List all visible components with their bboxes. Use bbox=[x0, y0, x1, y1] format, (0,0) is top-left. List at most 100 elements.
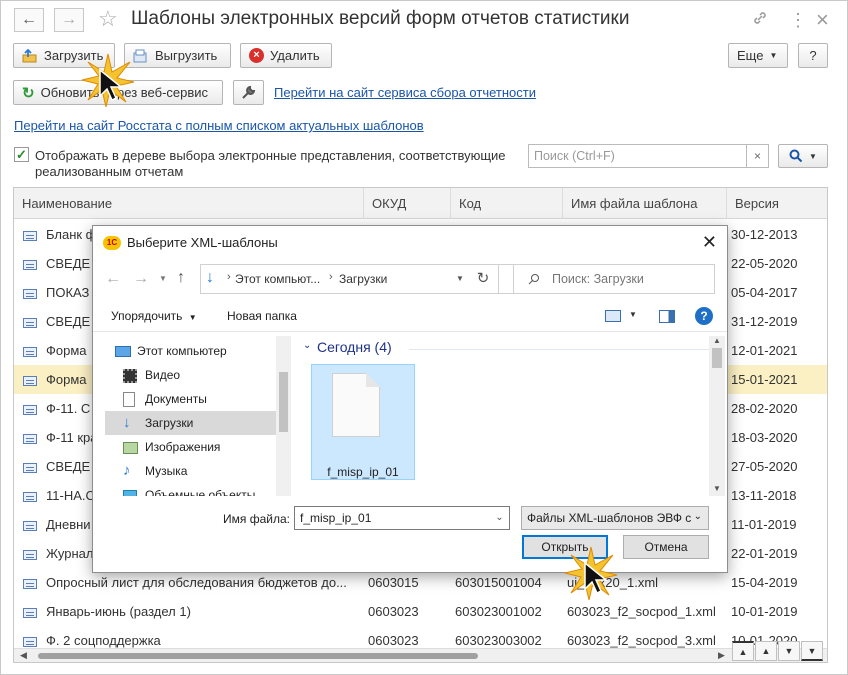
help-button[interactable]: ? bbox=[798, 43, 828, 68]
preview-pane-icon[interactable] bbox=[659, 310, 675, 323]
scroll-up-icon[interactable]: ▲ bbox=[713, 336, 721, 345]
close-icon[interactable]: × bbox=[816, 7, 829, 33]
show-templates-checkbox[interactable]: ✓ bbox=[14, 147, 29, 162]
scroll-up-button[interactable]: ▲ bbox=[755, 641, 777, 661]
delete-button[interactable]: × Удалить bbox=[240, 43, 332, 68]
tree-item-label: Документы bbox=[145, 392, 207, 406]
cell-version: 22-01-2019 bbox=[731, 546, 798, 561]
view-chevron-icon[interactable]: ▼ bbox=[629, 310, 637, 319]
tree-item[interactable]: Видео bbox=[105, 363, 276, 387]
filename-dropdown-icon[interactable]: ⌄ bbox=[490, 507, 509, 529]
tree-item[interactable]: Объемные объекты bbox=[105, 483, 276, 496]
cell-version: 11-01-2019 bbox=[731, 517, 797, 532]
scroll-last-button[interactable]: ▼ bbox=[801, 641, 823, 661]
form-icon bbox=[23, 492, 37, 502]
form-icon bbox=[23, 289, 37, 299]
search-input[interactable]: Поиск (Ctrl+F) bbox=[528, 144, 747, 168]
scroll-thumb[interactable] bbox=[38, 653, 478, 659]
rosstat-link[interactable]: Перейти на сайт Росстата с полным списко… bbox=[14, 118, 424, 133]
tree-item[interactable]: ↓ Загрузки bbox=[105, 411, 276, 435]
more-button[interactable]: Еще ▼ bbox=[728, 43, 788, 68]
horizontal-scrollbar[interactable]: ◀ ▶ bbox=[14, 648, 827, 662]
cancel-button[interactable]: Отмена bbox=[623, 535, 709, 559]
scroll-down-button[interactable]: ▼ bbox=[778, 641, 800, 661]
documents-icon bbox=[123, 387, 143, 411]
scroll-down-icon[interactable]: ▼ bbox=[713, 484, 721, 493]
form-icon bbox=[23, 231, 37, 241]
tree-scroll-thumb[interactable] bbox=[279, 372, 288, 432]
refresh-folder-icon[interactable]: ↻ bbox=[468, 264, 499, 294]
col-okud[interactable]: ОКУД bbox=[364, 188, 451, 219]
breadcrumb-computer[interactable]: Этот компьют... bbox=[235, 272, 320, 286]
folder-search-input[interactable]: Поиск: Загрузки bbox=[513, 264, 715, 294]
unload-label: Выгрузить bbox=[155, 48, 218, 63]
tree-item[interactable]: Изображения bbox=[105, 435, 276, 459]
col-name[interactable]: Наименование bbox=[14, 188, 364, 219]
tree-item-label: Объемные объекты bbox=[145, 488, 256, 496]
dialog-titlebar: 1С Выберите XML-шаблоны ✕ bbox=[93, 226, 727, 260]
col-filename[interactable]: Имя файла шаблона bbox=[563, 188, 727, 219]
click-highlight-icon bbox=[81, 53, 135, 108]
group-collapse-icon[interactable]: ⌄ bbox=[303, 340, 311, 351]
cell-version: 12-01-2021 bbox=[731, 343, 798, 358]
scroll-left-icon[interactable]: ◀ bbox=[20, 650, 27, 661]
filetype-select[interactable]: Файлы XML-шаблонов ЭВФ с ⌄ bbox=[521, 506, 709, 530]
file-name: f_misp_ip_01 bbox=[327, 465, 399, 479]
chevron-down-icon: ▼ bbox=[809, 151, 817, 161]
arrow-left-icon: ← bbox=[21, 11, 37, 28]
new-folder-button[interactable]: Новая папка bbox=[227, 309, 297, 323]
unload-button[interactable]: Выгрузить bbox=[124, 43, 231, 68]
filename-input[interactable]: f_misp_ip_01 bbox=[294, 506, 510, 530]
dialog-help-icon[interactable]: ? bbox=[695, 307, 713, 325]
col-code[interactable]: Код bbox=[451, 188, 563, 219]
tree-item[interactable]: Документы bbox=[105, 387, 276, 411]
files-scrollbar[interactable]: ▲ ▼ bbox=[709, 336, 725, 496]
tree-item-label: Загрузки bbox=[145, 416, 194, 430]
help-label: ? bbox=[809, 48, 817, 63]
group-header-today[interactable]: Сегодня (4) bbox=[317, 339, 392, 355]
back-icon[interactable]: ← bbox=[105, 270, 121, 288]
cell-version: 30-12-2013 bbox=[731, 227, 798, 242]
forward-button[interactable]: → bbox=[54, 8, 84, 32]
delete-label: Удалить bbox=[270, 48, 320, 63]
tree-scrollbar[interactable] bbox=[276, 336, 291, 496]
file-item-selected[interactable]: f_misp_ip_01 bbox=[311, 364, 415, 480]
star-icon[interactable]: ☆ bbox=[98, 6, 118, 32]
settings-button[interactable] bbox=[233, 80, 264, 105]
scroll-right-icon[interactable]: ▶ bbox=[718, 650, 725, 661]
col-version[interactable]: Версия bbox=[727, 188, 827, 219]
dialog-close-icon[interactable]: ✕ bbox=[702, 232, 717, 253]
recent-chevron-icon[interactable]: ▼ bbox=[159, 274, 167, 283]
forward-icon[interactable]: → bbox=[133, 270, 149, 288]
view-icon[interactable] bbox=[605, 310, 621, 322]
organize-button[interactable]: Упорядочить ▼ bbox=[111, 309, 197, 323]
cell-version: 22-05-2020 bbox=[731, 256, 798, 271]
tree-item-label: Видео bbox=[145, 368, 181, 382]
downloads-arrow-icon: ↓ bbox=[206, 269, 214, 286]
folder-tree: Этот компьютер Видео Документы ↓ Загрузки Изо… bbox=[105, 336, 290, 496]
clear-icon[interactable]: × bbox=[747, 144, 769, 168]
files-scroll-thumb[interactable] bbox=[712, 348, 722, 368]
form-icon bbox=[23, 608, 37, 618]
form-icon bbox=[23, 463, 37, 473]
tree-item[interactable]: ♪ Музыка bbox=[105, 459, 276, 483]
service-link[interactable]: Перейти на сайт сервиса сбора отчетности bbox=[274, 85, 536, 100]
tree-item[interactable]: Этот компьютер bbox=[105, 339, 276, 363]
address-dropdown-icon[interactable]: ▼ bbox=[456, 274, 464, 283]
more-icon[interactable]: ⋮ bbox=[789, 10, 807, 31]
link-icon[interactable] bbox=[752, 10, 768, 31]
table-row[interactable]: Январь-июнь (раздел 1) 0603023 60302300100… bbox=[14, 597, 827, 626]
show-templates-label: Отображать в дереве выбора электронные п… bbox=[35, 148, 506, 179]
filetype-value: Файлы XML-шаблонов ЭВФ с bbox=[527, 511, 692, 525]
back-button[interactable]: ← bbox=[14, 8, 44, 32]
arrow-right-icon: → bbox=[61, 11, 77, 28]
scroll-first-button[interactable]: ▲ bbox=[732, 641, 754, 661]
chevron-down-icon: ⌄ bbox=[693, 511, 702, 522]
more-label: Еще bbox=[737, 48, 764, 63]
up-icon[interactable]: ↑ bbox=[177, 269, 185, 287]
wrench-icon bbox=[242, 85, 256, 99]
downloads-icon: ↓ bbox=[123, 414, 131, 431]
breadcrumb-downloads[interactable]: Загрузки bbox=[339, 272, 387, 286]
search-button[interactable]: ▼ bbox=[778, 144, 828, 168]
cell-file: 603023_f2_socpod_1.xml bbox=[567, 604, 716, 619]
